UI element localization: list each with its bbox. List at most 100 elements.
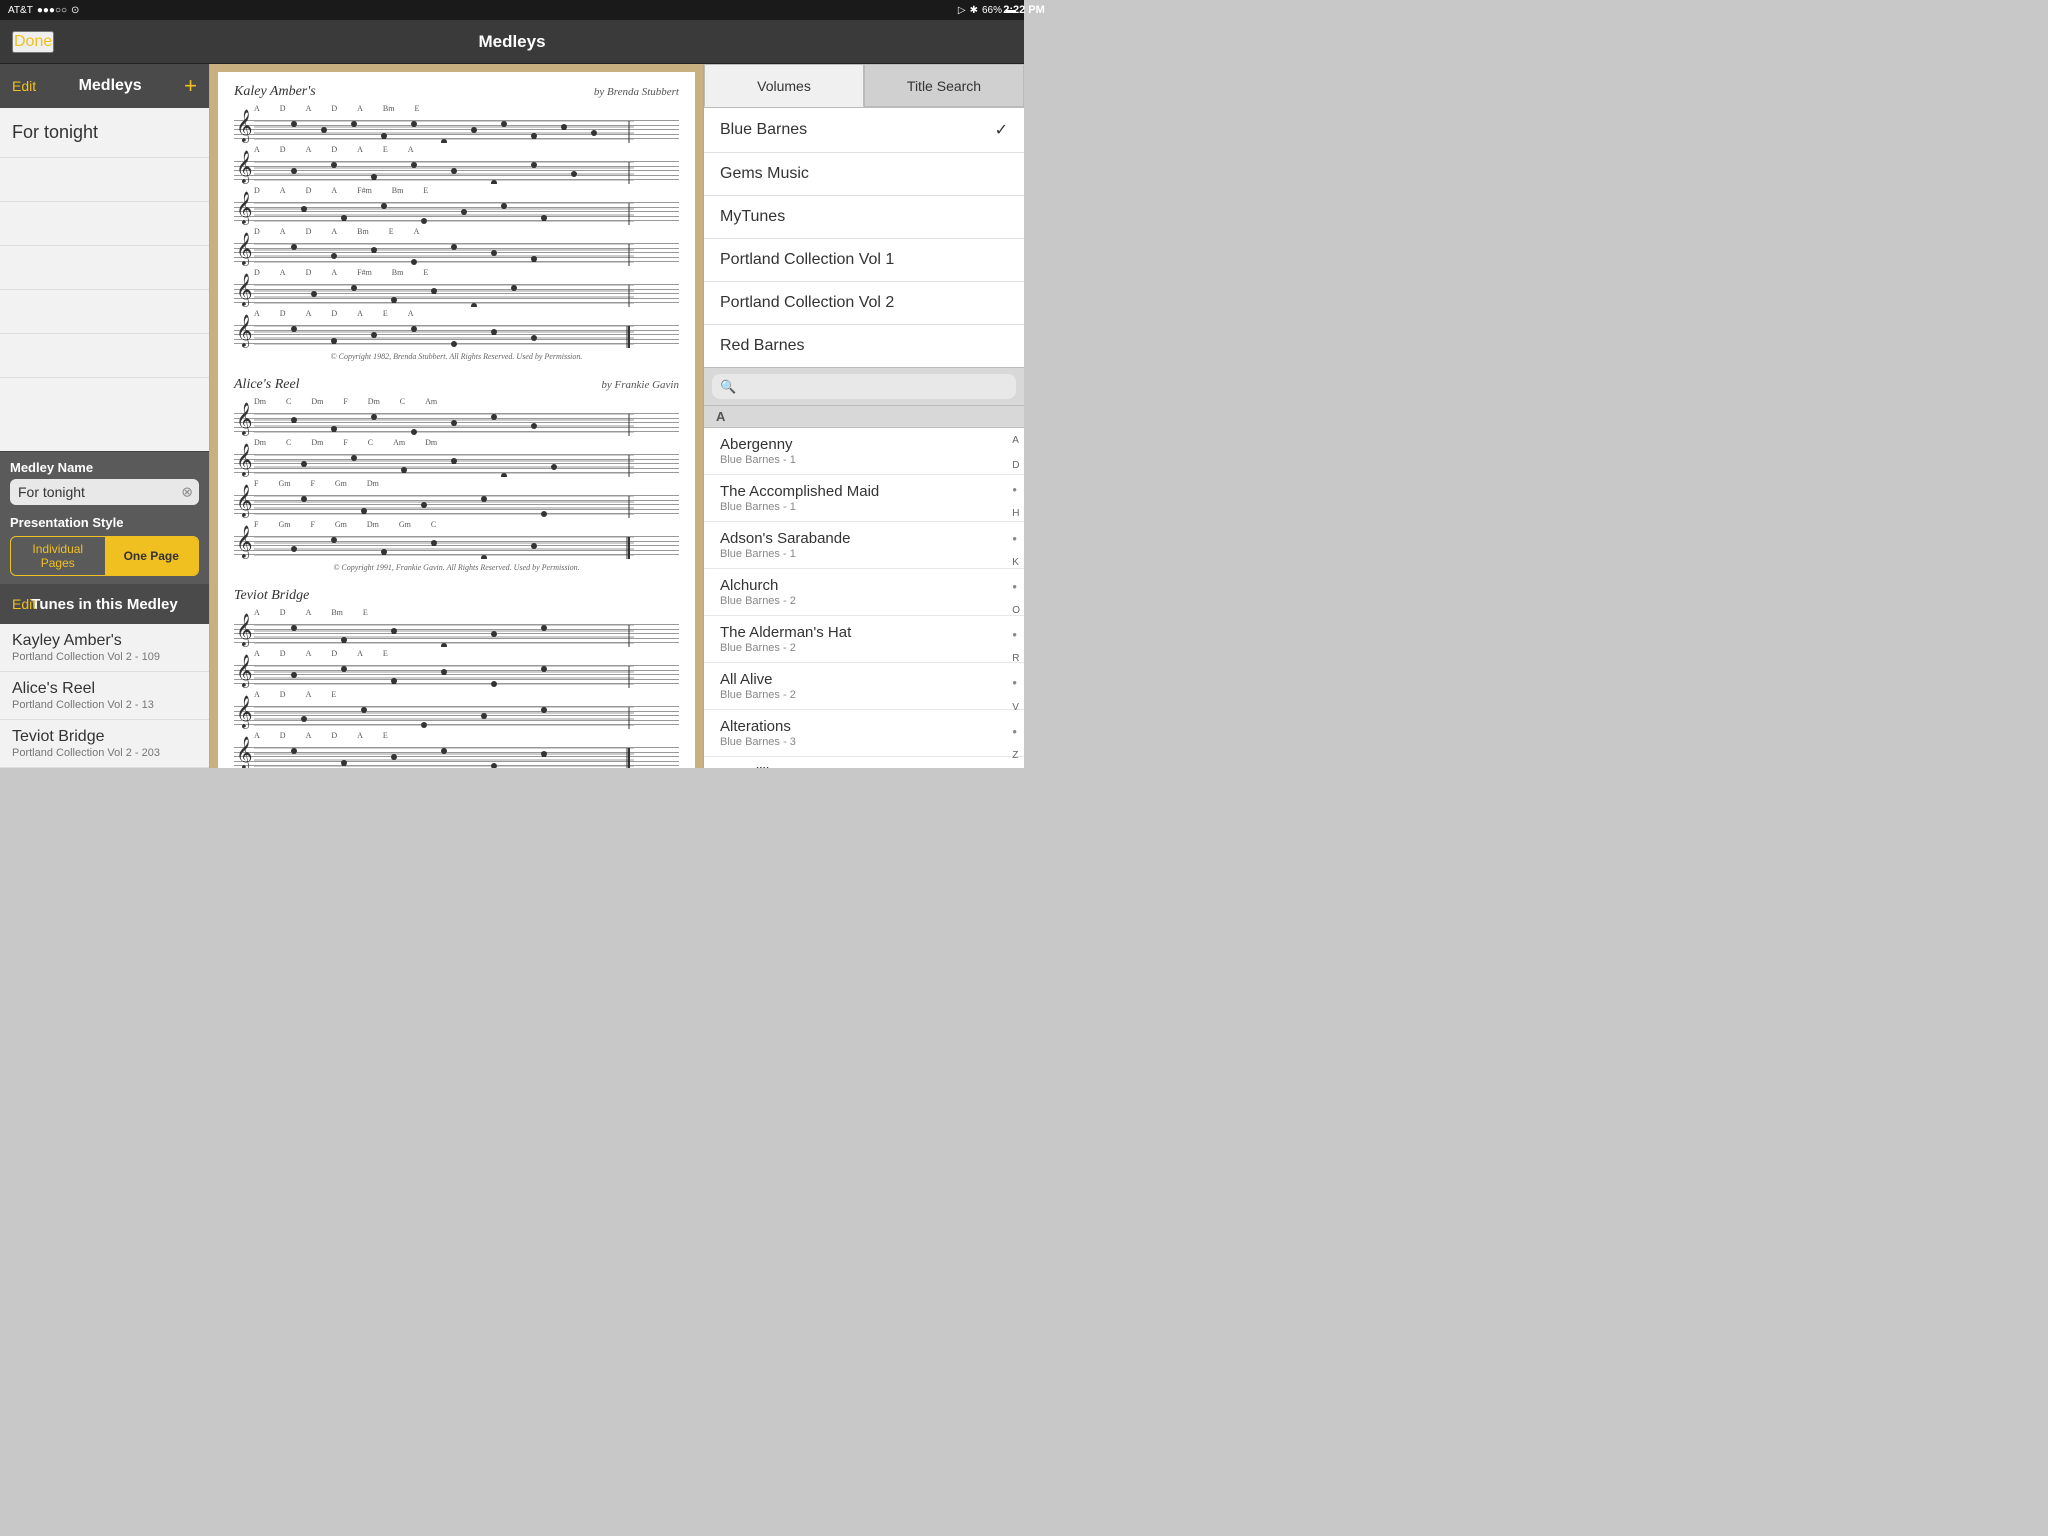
left-panel: Edit Medleys + For tonight Medley Name ⊗…	[0, 64, 210, 768]
status-time: 2:22 PM	[1003, 4, 1045, 16]
music-staff	[234, 619, 679, 647]
tune-list-name: Alchurch	[720, 577, 1008, 594]
staff-svg	[254, 742, 634, 768]
chord-row: ADABmE	[234, 608, 679, 617]
copyright-text-2: © Copyright 1991, Frankie Gavin. All Rig…	[234, 563, 679, 572]
copyright-text-1: © Copyright 1982, Brenda Stubbert. All R…	[234, 352, 679, 361]
list-item[interactable]: The Accomplished Maid Blue Barnes - 1	[704, 475, 1024, 522]
presentation-style-label: Presentation Style	[10, 515, 199, 530]
volume-name: Red Barnes	[720, 337, 805, 355]
presentation-style-buttons: Individual Pages One Page	[10, 536, 199, 576]
volume-item-portland-vol1[interactable]: Portland Collection Vol 1	[704, 239, 1024, 282]
individual-pages-button[interactable]: Individual Pages	[11, 537, 105, 575]
volume-name: Gems Music	[720, 165, 809, 183]
location-icon: ▷	[958, 5, 966, 16]
volume-checkmark: ✓	[995, 120, 1008, 140]
staff-svg	[254, 531, 634, 559]
clear-input-button[interactable]: ⊗	[181, 484, 193, 501]
medley-name-input[interactable]	[10, 479, 199, 505]
add-medley-button[interactable]: +	[184, 73, 197, 99]
medley-detail-section: Medley Name ⊗ Presentation Style Individ…	[0, 451, 209, 768]
staff-svg	[254, 238, 634, 266]
tune-header-3: Teviot Bridge	[234, 588, 679, 604]
tune-sheet-author-1: by Brenda Stubbert	[594, 86, 679, 98]
medley-empty-row	[0, 290, 209, 334]
status-left: AT&T ●●●○○ ⊙	[8, 5, 79, 16]
staff-svg	[254, 156, 634, 184]
tune-name: Teviot Bridge	[12, 728, 197, 746]
tab-volumes[interactable]: Volumes	[704, 64, 864, 107]
list-item[interactable]: Kayley Amber's Portland Collection Vol 2…	[0, 624, 209, 672]
music-staff	[234, 156, 679, 184]
tunes-header-title: Tunes in this Medley	[31, 596, 177, 613]
staff-svg	[254, 197, 634, 225]
chord-row: ADADAEA	[234, 145, 679, 154]
list-item[interactable]: Adson's Sarabande Blue Barnes - 1	[704, 522, 1024, 569]
status-bar: AT&T ●●●○○ ⊙ 2:22 PM ▷ ✱ 66% ▬	[0, 0, 1024, 20]
list-item[interactable]: Alterations Blue Barnes - 3	[704, 710, 1024, 757]
medleys-panel-header: Edit Medleys +	[0, 64, 209, 108]
tune-list-name: Abergenny	[720, 436, 1008, 453]
list-item[interactable]: All Alive Blue Barnes - 2	[704, 663, 1024, 710]
tune-header-1: Kaley Amber's by Brenda Stubbert	[234, 84, 679, 100]
signal-icon: ●●●○○	[37, 5, 67, 16]
chord-row: ADADAE	[234, 731, 679, 740]
list-item[interactable]: Teviot Bridge Portland Collection Vol 2 …	[0, 720, 209, 768]
medleys-edit-button[interactable]: Edit	[12, 78, 36, 94]
tunes-in-medley-header: Edit Tunes in this Medley	[0, 584, 209, 624]
tune-list-source: Blue Barnes - 1	[720, 501, 1008, 513]
staff-svg	[254, 279, 634, 307]
tune-list-source: Blue Barnes - 2	[720, 689, 1008, 701]
tunes-list: Kayley Amber's Portland Collection Vol 2…	[0, 624, 209, 768]
done-button[interactable]: Done	[12, 31, 54, 53]
music-staff	[234, 197, 679, 225]
sheet-music-panel[interactable]: Kaley Amber's by Brenda Stubbert ADADABm…	[210, 64, 704, 768]
music-staff	[234, 490, 679, 518]
main-layout: Edit Medleys + For tonight Medley Name ⊗…	[0, 64, 1024, 768]
tune-list-name: All Alive	[720, 671, 1008, 688]
volume-item-portland-vol2[interactable]: Portland Collection Vol 2	[704, 282, 1024, 325]
music-staff	[234, 660, 679, 688]
chord-row: DmCDmFCAmDm	[234, 438, 679, 447]
tune-name: Kayley Amber's	[12, 632, 197, 650]
tune-source: Portland Collection Vol 2 - 13	[12, 699, 197, 711]
tune-sheet-title-3: Teviot Bridge	[234, 588, 309, 604]
tune-list-source: Blue Barnes - 1	[720, 548, 1008, 560]
title-search-input[interactable]	[712, 374, 1016, 399]
volume-item-gems-music[interactable]: Gems Music	[704, 153, 1024, 196]
list-item[interactable]: Alice's Reel Portland Collection Vol 2 -…	[0, 672, 209, 720]
volume-name: MyTunes	[720, 208, 785, 226]
staff-svg	[254, 619, 634, 647]
chord-row: DmCDmFDmCAm	[234, 397, 679, 406]
nav-bar: Done Medleys	[0, 20, 1024, 64]
one-page-button[interactable]: One Page	[105, 537, 199, 575]
volume-name: Portland Collection Vol 2	[720, 294, 894, 312]
music-staff	[234, 238, 679, 266]
medley-name-input-wrap: ⊗	[10, 479, 199, 505]
list-item[interactable]: Amarillis Blue Barnes - 3	[704, 757, 1024, 768]
right-panel: Volumes Title Search Blue Barnes ✓ Gems …	[704, 64, 1024, 768]
search-icon: 🔍	[720, 379, 736, 395]
tune-section-1: Kaley Amber's by Brenda Stubbert ADADABm…	[234, 84, 679, 361]
list-item[interactable]: Abergenny Blue Barnes - 1	[704, 428, 1024, 475]
tune-section-2: Alice's Reel by Frankie Gavin DmCDmFDmCA…	[234, 377, 679, 572]
tab-bar: Volumes Title Search	[704, 64, 1024, 108]
staff-svg	[254, 320, 634, 348]
medleys-header-title: Medleys	[79, 77, 142, 95]
medley-empty-row	[0, 202, 209, 246]
medley-name-label: Medley Name	[10, 460, 199, 475]
tunes-scroll-list[interactable]: Abergenny Blue Barnes - 1 The Accomplish…	[704, 428, 1024, 768]
tunes-edit-button[interactable]: Edit	[12, 596, 36, 612]
list-item[interactable]: Alchurch Blue Barnes - 2	[704, 569, 1024, 616]
medley-list: For tonight	[0, 108, 209, 451]
list-item[interactable]: The Alderman's Hat Blue Barnes - 2	[704, 616, 1024, 663]
search-bar-inner: 🔍	[712, 374, 1016, 399]
music-staff	[234, 701, 679, 729]
list-item[interactable]: For tonight	[0, 108, 209, 158]
volume-item-blue-barnes[interactable]: Blue Barnes ✓	[704, 108, 1024, 153]
music-staff	[234, 279, 679, 307]
volume-item-red-barnes[interactable]: Red Barnes	[704, 325, 1024, 367]
alpha-section-header-a: A	[704, 406, 1024, 428]
volume-item-mytunes[interactable]: MyTunes	[704, 196, 1024, 239]
tab-title-search[interactable]: Title Search	[864, 64, 1024, 107]
